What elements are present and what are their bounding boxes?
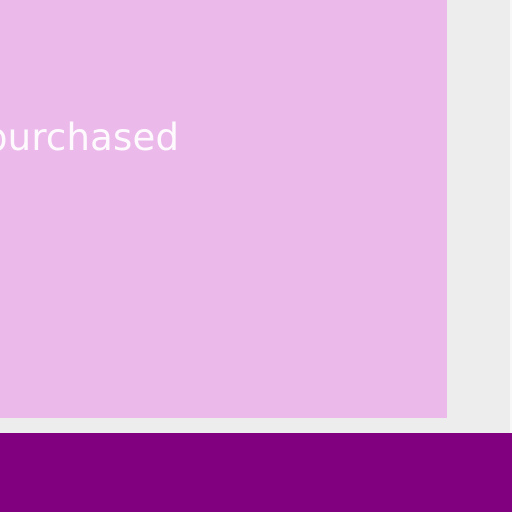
- bottom-bar: [0, 433, 512, 512]
- purchased-card[interactable]: purchased: [0, 0, 447, 418]
- purchased-label: purchased: [0, 116, 180, 159]
- screen: purchased: [0, 0, 512, 512]
